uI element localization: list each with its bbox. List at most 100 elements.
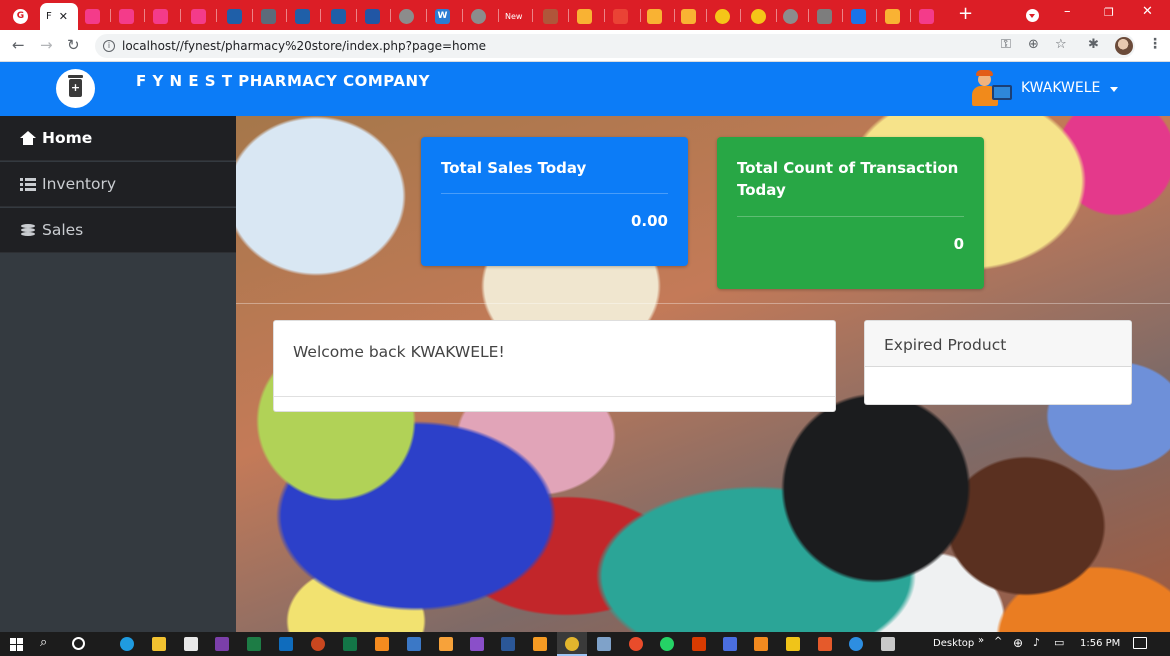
app-icon[interactable]	[629, 637, 643, 651]
app-icon[interactable]	[439, 637, 453, 651]
browser-tab[interactable]	[148, 5, 168, 27]
address-bar[interactable]: i localhost//fynest/pharmacy%20store/ind…	[95, 34, 1135, 58]
browser-tab[interactable]	[114, 5, 134, 27]
browser-tab[interactable]	[676, 5, 696, 27]
keyboard-icon[interactable]	[597, 637, 611, 651]
forward-arrow-icon[interactable]: →	[40, 36, 53, 54]
browser-tab[interactable]	[360, 5, 380, 27]
sidebar-item-inventory[interactable]: Inventory	[0, 162, 236, 207]
browser-tab[interactable]	[186, 5, 206, 27]
browser-tab[interactable]	[880, 5, 900, 27]
user-avatar-icon[interactable]	[970, 70, 1014, 108]
browser-tab[interactable]	[538, 5, 558, 27]
battery-icon[interactable]: ▭	[1054, 636, 1064, 649]
excel-icon[interactable]	[247, 637, 261, 651]
url-text[interactable]: localhost//fynest/pharmacy%20store/index…	[122, 39, 486, 53]
whatsapp-icon[interactable]	[660, 637, 674, 651]
medicine-bottle-icon[interactable]	[56, 69, 95, 108]
key-icon[interactable]: ⚿	[1001, 37, 1011, 52]
browser-tab-strip: G F ✕ W New + – ❐ ✕	[0, 0, 1170, 30]
profile-avatar[interactable]	[1115, 37, 1133, 55]
cortana-icon[interactable]	[72, 637, 85, 650]
new-tab-button[interactable]: +	[958, 3, 973, 24]
tab-favicon-icon	[295, 8, 310, 24]
browser-tab[interactable]	[256, 5, 276, 27]
browser-tab[interactable]	[290, 5, 310, 27]
internet-explorer-icon[interactable]	[849, 637, 863, 651]
app-icon[interactable]	[818, 637, 832, 651]
notifications-icon[interactable]	[1133, 637, 1147, 649]
browser-tab-active[interactable]: F ✕	[40, 3, 78, 30]
app-icon[interactable]	[754, 637, 768, 651]
chevron-down-icon[interactable]	[1110, 87, 1118, 92]
browser-tab[interactable]	[394, 5, 414, 27]
shield-icon	[365, 8, 380, 24]
search-icon[interactable]: ⌕	[40, 635, 47, 650]
browser-tab[interactable]	[778, 5, 798, 27]
app-icon[interactable]	[692, 637, 706, 651]
extensions-icon[interactable]: ✱	[1088, 37, 1099, 52]
browser-menu-icon[interactable]: ⋮	[1148, 36, 1162, 52]
store-icon[interactable]	[184, 637, 198, 651]
zoom-icon[interactable]: ⊕	[1028, 37, 1039, 52]
tab-divider	[776, 9, 777, 22]
app-icon[interactable]	[375, 637, 389, 651]
reload-icon[interactable]: ↻	[67, 36, 80, 54]
brand-title[interactable]: F Y N E S T PHARMACY COMPANY	[136, 72, 430, 90]
tab-search-button[interactable]	[1026, 9, 1039, 22]
sidebar-item-home[interactable]: Home	[0, 116, 236, 161]
browser-tab[interactable]	[710, 5, 730, 27]
close-window-button[interactable]: ✕	[1142, 4, 1153, 19]
browser-tab[interactable]	[326, 5, 346, 27]
section-divider	[236, 303, 1170, 304]
sublime-icon[interactable]	[533, 637, 547, 651]
browser-tab[interactable]	[466, 5, 486, 27]
maximize-button[interactable]: ❐	[1104, 6, 1114, 19]
tab-divider	[252, 9, 253, 22]
globe-icon[interactable]: ⊕	[1013, 636, 1023, 650]
browser-tab[interactable]	[572, 5, 592, 27]
tab-divider	[532, 9, 533, 22]
close-tab-icon[interactable]: ✕	[59, 10, 68, 23]
browser-tab[interactable]	[642, 5, 662, 27]
sidebar-item-sales[interactable]: Sales	[0, 208, 236, 253]
browser-tab[interactable]	[846, 5, 866, 27]
browser-tab[interactable]	[812, 5, 832, 27]
visio-icon[interactable]	[407, 637, 421, 651]
desktop-toolbar-label[interactable]: Desktop	[933, 638, 974, 649]
onenote-icon[interactable]	[215, 637, 229, 651]
browser-tab[interactable]	[914, 5, 934, 27]
browser-tab[interactable]	[746, 5, 766, 27]
browser-tab[interactable]	[222, 5, 242, 27]
welcome-card: Welcome back KWAKWELE!	[273, 320, 836, 412]
star-app-icon[interactable]	[786, 637, 800, 651]
browser-tab[interactable]: New	[500, 5, 522, 27]
volume-icon[interactable]: ♪	[1033, 636, 1040, 649]
browser-tab[interactable]	[80, 5, 100, 27]
powerpoint-icon[interactable]	[311, 637, 325, 651]
clock-time[interactable]: 1:56 PM	[1080, 638, 1120, 649]
browser-tab[interactable]	[608, 5, 628, 27]
chrome-icon[interactable]	[565, 637, 579, 651]
file-explorer-icon[interactable]	[152, 637, 166, 651]
calculator-icon[interactable]	[881, 637, 895, 651]
word-icon[interactable]	[501, 637, 515, 651]
app-icon[interactable]	[723, 637, 737, 651]
chevron-up-icon[interactable]: ^	[994, 636, 1002, 647]
browser-tab[interactable]: G	[8, 5, 28, 27]
user-menu-name[interactable]: KWAKWELE	[1021, 80, 1100, 96]
info-icon[interactable]: i	[103, 40, 115, 52]
toolbar-chevron-icon[interactable]: »	[978, 635, 984, 646]
back-arrow-icon[interactable]: ←	[12, 36, 25, 54]
publisher-icon[interactable]	[343, 637, 357, 651]
outlook-icon[interactable]	[279, 637, 293, 651]
tab-favicon-icon	[85, 8, 100, 24]
windows-start-icon[interactable]	[10, 638, 23, 651]
star-icon[interactable]: ☆	[1055, 37, 1067, 52]
tab-favicon-icon	[647, 8, 662, 24]
minimize-button[interactable]: –	[1064, 4, 1071, 19]
visual-studio-icon[interactable]	[470, 637, 484, 651]
tab-favicon-icon	[153, 8, 168, 24]
edge-icon[interactable]	[120, 637, 134, 651]
browser-tab[interactable]: W	[430, 5, 450, 27]
